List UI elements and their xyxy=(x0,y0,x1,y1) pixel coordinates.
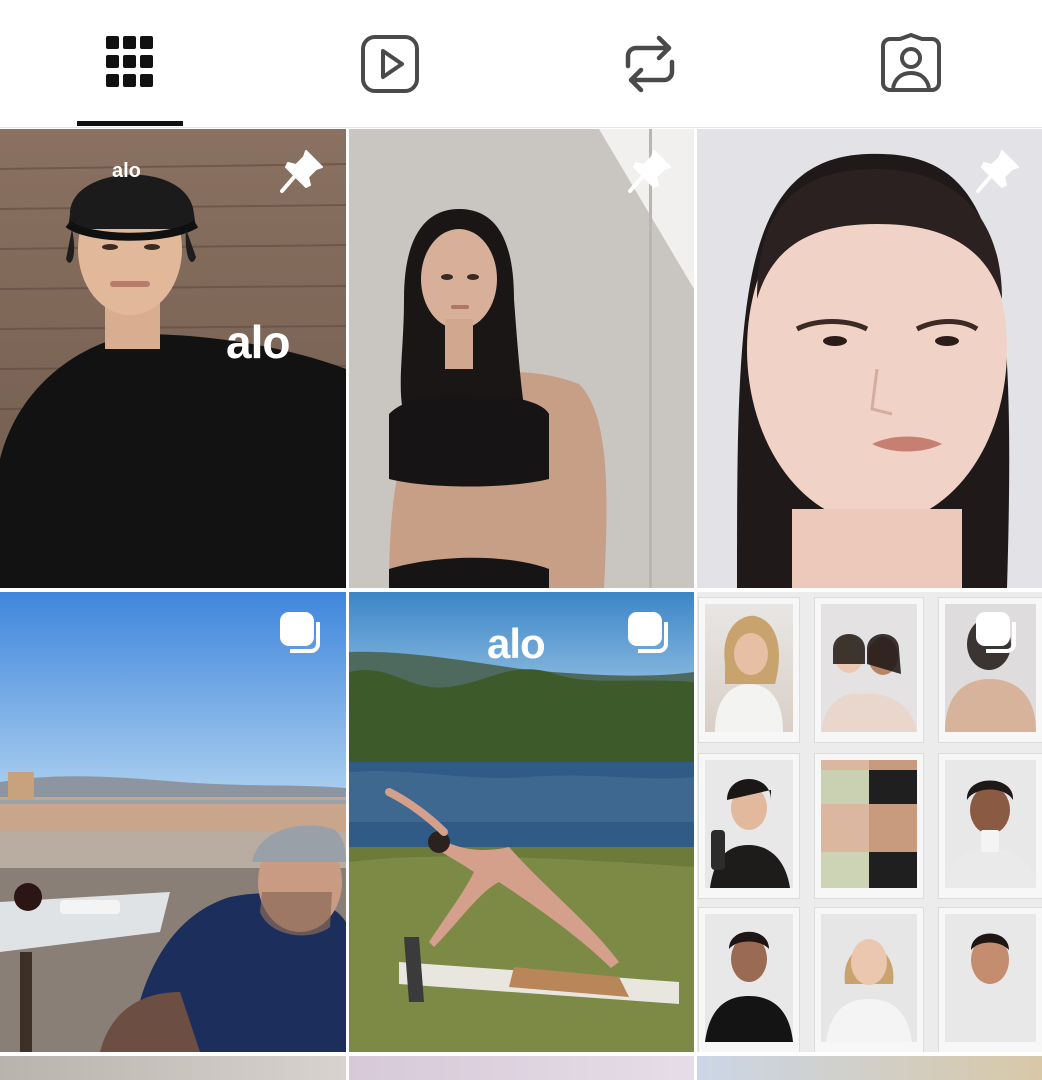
post-image-man-terrace xyxy=(0,592,346,1052)
carousel-icon xyxy=(976,612,1016,653)
polaroid-photo xyxy=(815,598,923,742)
brand-logo-overlay: alo xyxy=(226,316,290,368)
polaroid-photo xyxy=(939,908,1042,1052)
svg-text:alo: alo xyxy=(112,160,141,182)
post-tile-2[interactable] xyxy=(349,129,694,588)
tab-reposts[interactable] xyxy=(597,0,703,128)
post-tile-8[interactable] xyxy=(349,1056,694,1080)
polaroid-photo xyxy=(815,908,923,1052)
post-image-woman-portrait xyxy=(697,129,1042,588)
post-tile-9[interactable] xyxy=(697,1056,1042,1080)
posts-grid: alo alo alo xyxy=(0,129,1042,1080)
reels-play-icon xyxy=(361,35,419,93)
post-tile-7[interactable] xyxy=(0,1056,346,1080)
brand-logo-overlay: alo xyxy=(487,620,546,667)
post-image-partial xyxy=(697,1056,1042,1080)
post-tile-5[interactable]: alo xyxy=(349,592,694,1052)
post-tile-3[interactable] xyxy=(697,129,1042,588)
repost-icon xyxy=(625,35,675,93)
carousel-icon xyxy=(628,612,668,653)
polaroid-photo xyxy=(939,754,1042,898)
polaroid-photo xyxy=(699,754,799,898)
post-tile-6[interactable] xyxy=(697,592,1042,1052)
post-image-woman-black-top xyxy=(349,129,694,588)
carousel-icon xyxy=(280,612,320,653)
polaroid-photo xyxy=(699,598,799,742)
post-image-partial xyxy=(0,1056,346,1080)
polaroid-photo xyxy=(815,754,923,898)
post-image-man-black-cap: alo xyxy=(0,129,346,588)
post-image-model-contact-sheet xyxy=(697,592,1042,1052)
post-image-partial xyxy=(349,1056,694,1080)
post-tile-1[interactable]: alo alo xyxy=(0,129,346,588)
pin-icon xyxy=(628,150,671,193)
tab-reels[interactable] xyxy=(337,0,443,128)
profile-tab-bar xyxy=(0,0,1042,128)
pin-icon xyxy=(976,150,1019,193)
tab-grid[interactable] xyxy=(77,0,183,128)
tagged-person-icon xyxy=(881,33,941,92)
polaroid-photo xyxy=(699,908,799,1052)
selected-tab-indicator xyxy=(77,121,183,126)
post-tile-4[interactable] xyxy=(0,592,346,1052)
tab-bar-divider xyxy=(0,127,1042,128)
pin-icon xyxy=(280,150,323,193)
grid-icon xyxy=(106,36,153,87)
tab-tagged[interactable] xyxy=(858,0,964,128)
